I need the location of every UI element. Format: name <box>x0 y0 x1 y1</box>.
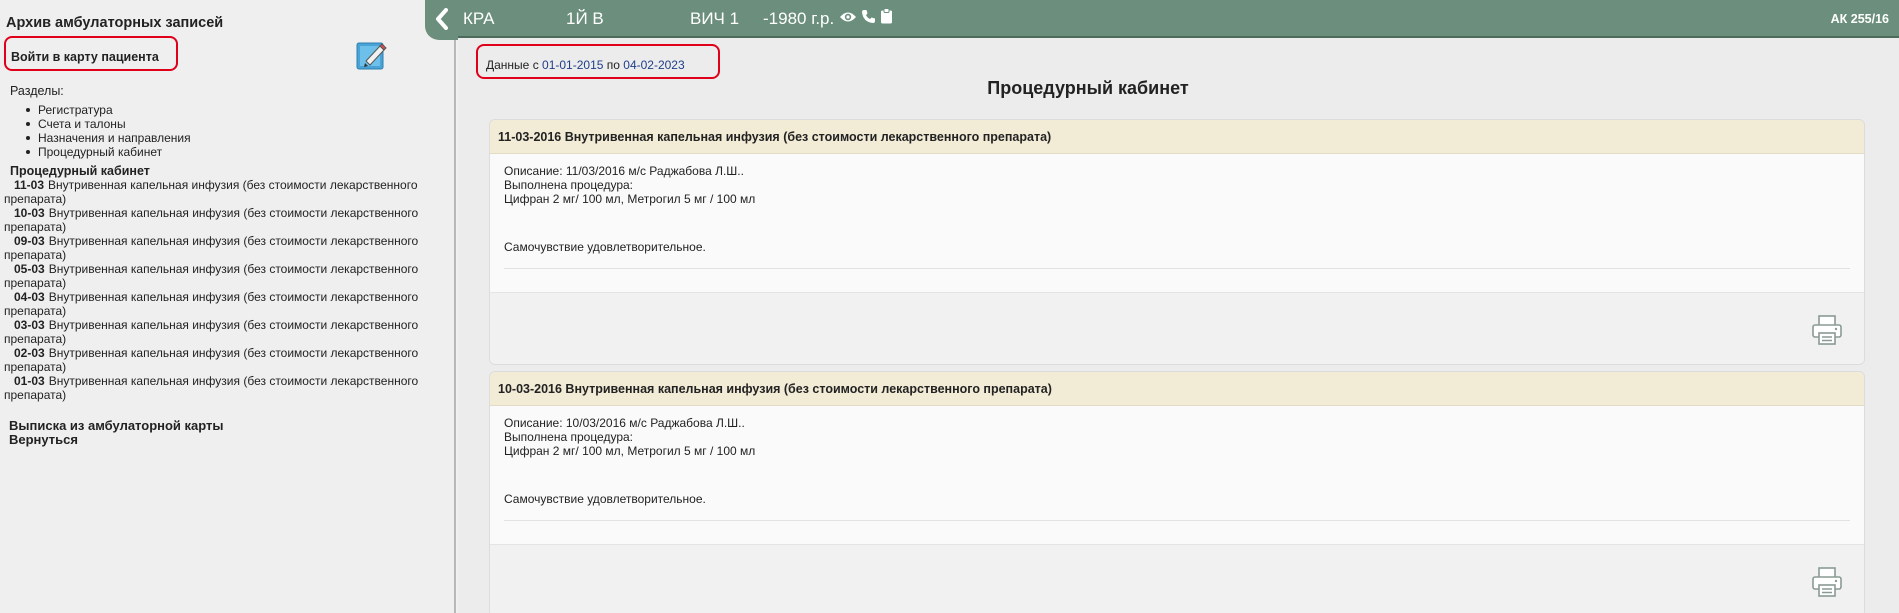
record-divider <box>504 268 1850 269</box>
section-referrals[interactable]: Назначения и направления <box>26 131 191 145</box>
printer-icon[interactable] <box>1810 313 1844 347</box>
procedure-list-item[interactable]: 03-03 Внутривенная капельная инфузия (без… <box>4 318 434 346</box>
enter-patient-card-link[interactable]: Войти в карту пациента <box>4 36 178 71</box>
procedure-date: 10-03 <box>14 206 45 220</box>
main-content: Данные с 01-01-2015 по 04-02-2023 Процед… <box>458 38 1899 613</box>
printer-icon[interactable] <box>1810 565 1844 599</box>
procedure-date: 01-03 <box>14 374 45 388</box>
sidebar-title: Архив амбулаторных записей <box>6 15 224 31</box>
extract-link[interactable]: Выписка из амбулаторной карты <box>9 418 224 433</box>
section-bills[interactable]: Счета и талоны <box>26 117 191 131</box>
back-link[interactable]: Вернуться <box>9 432 78 447</box>
date-from-link[interactable]: 01-01-2015 <box>542 58 603 72</box>
procedure-list-item[interactable]: 01-03 Внутривенная капельная инфузия (без… <box>4 374 434 402</box>
sections-list: Регистратура Счета и талоны Назначения и… <box>26 103 191 159</box>
eye-icon[interactable] <box>839 9 857 29</box>
procedure-list-item[interactable]: 02-03 Внутривенная капельная инфузия (без… <box>4 346 434 374</box>
record-wellbeing: Самочувствие удовлетворительное. <box>504 240 706 254</box>
record-title: 11-03-2016 Внутривенная капельная инфузи… <box>490 120 1864 154</box>
procedure-record-card: 11-03-2016 Внутривенная капельная инфузи… <box>489 119 1865 365</box>
sidebar: Архив амбулаторных записей Войти в карту… <box>0 0 456 613</box>
record-drugs: Цифран 2 мг/ 100 мл, Метрогил 5 мг / 100… <box>504 444 756 458</box>
section-registry[interactable]: Регистратура <box>26 103 191 117</box>
procedure-date: 03-03 <box>14 318 45 332</box>
date-range-mid: по <box>603 58 624 72</box>
procedure-list: 11-03 Внутривенная капельная инфузия (без… <box>4 178 434 402</box>
procedure-text: Внутривенная капельная инфузия (без стои… <box>4 234 419 262</box>
procedure-room-heading: Процедурный кабинет <box>10 164 150 178</box>
record-wellbeing: Самочувствие удовлетворительное. <box>504 492 706 506</box>
procedure-list-item[interactable]: 11-03 Внутривенная капельная инфузия (без… <box>4 178 434 206</box>
patient-header: КРА 1Й В ВИЧ 1 -1980 г.р. АК 255/16 <box>458 0 1899 38</box>
procedure-list-item[interactable]: 05-03 Внутривенная капельная инфузия (без… <box>4 262 434 290</box>
record-drugs: Цифран 2 мг/ 100 мл, Метрогил 5 мг / 100… <box>504 192 756 206</box>
procedure-text: Внутривенная капельная инфузия (без стои… <box>4 290 419 318</box>
card-number: АК 255/16 <box>1830 12 1889 26</box>
procedure-text: Внутривенная капельная инфузия (без стои… <box>4 374 419 402</box>
procedure-list-item[interactable]: 04-03 Внутривенная капельная инфузия (без… <box>4 290 434 318</box>
procedure-text: Внутривенная капельная инфузия (без стои… <box>4 346 419 374</box>
record-footer <box>490 292 1864 364</box>
patient-surname: КРА <box>463 9 495 28</box>
sections-label: Разделы: <box>10 84 64 98</box>
section-procedure-room[interactable]: Процедурный кабинет <box>26 145 191 159</box>
patient-patronymic: ВИЧ 1 <box>690 9 740 28</box>
procedure-list-item[interactable]: 09-03 Внутривенная капельная инфузия (без… <box>4 234 434 262</box>
clipboard-icon[interactable] <box>880 8 893 29</box>
procedure-date: 02-03 <box>14 346 45 360</box>
procedure-list-item[interactable]: 10-03 Внутривенная капельная инфузия (без… <box>4 206 434 234</box>
procedure-text: Внутривенная капельная инфузия (без стои… <box>4 262 419 290</box>
procedure-date: 09-03 <box>14 234 45 248</box>
pencil-icon[interactable] <box>356 40 387 71</box>
record-performed: Выполнена процедура: <box>504 430 634 444</box>
procedure-record-card: 10-03-2016 Внутривенная капельная инфузи… <box>489 371 1865 613</box>
record-description: Описание: 11/03/2016 м/с Раджабова Л.Ш.. <box>504 164 744 178</box>
record-performed: Выполнена процедура: <box>504 178 634 192</box>
date-range-prefix: Данные с <box>486 58 543 72</box>
record-description: Описание: 10/03/2016 м/с Раджабова Л.Ш.. <box>504 416 745 430</box>
header-actions <box>839 8 893 29</box>
record-title: 10-03-2016 Внутривенная капельная инфузи… <box>490 372 1864 406</box>
procedure-date: 11-03 <box>14 178 45 192</box>
patient-birth-year: -1980 г.р. <box>763 9 835 28</box>
record-body: Описание: 10/03/2016 м/с Раджабова Л.Ш..… <box>490 406 1864 544</box>
patient-name: 1Й В <box>566 9 604 28</box>
page-title: Процедурный кабинет <box>987 78 1189 98</box>
procedure-text: Внутривенная капельная инфузия (без стои… <box>4 318 419 346</box>
procedure-text: Внутривенная капельная инфузия (без стои… <box>4 178 418 206</box>
date-range: Данные с 01-01-2015 по 04-02-2023 <box>476 44 720 79</box>
record-footer <box>490 544 1864 613</box>
procedure-text: Внутривенная капельная инфузия (без стои… <box>4 206 419 234</box>
procedure-date: 05-03 <box>14 262 45 276</box>
phone-icon[interactable] <box>861 9 876 29</box>
chevron-left-icon <box>434 7 450 33</box>
record-body: Описание: 11/03/2016 м/с Раджабова Л.Ш..… <box>490 154 1864 292</box>
procedure-date: 04-03 <box>14 290 45 304</box>
date-to-link[interactable]: 04-02-2023 <box>623 58 684 72</box>
collapse-sidebar-button[interactable] <box>425 0 459 40</box>
enter-patient-card-label: Войти в карту пациента <box>11 50 159 64</box>
record-divider <box>504 520 1850 521</box>
